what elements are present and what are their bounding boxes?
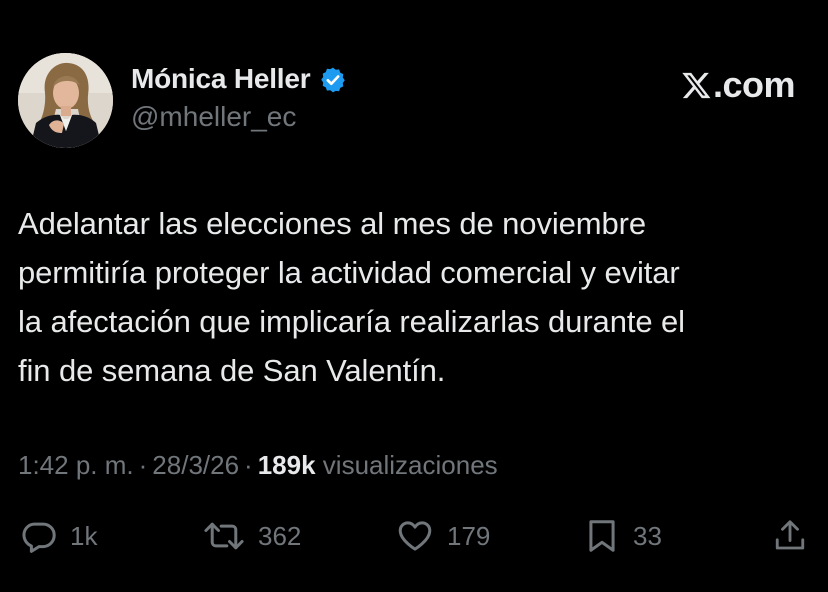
views-label: visualizaciones xyxy=(322,450,498,480)
avatar[interactable] xyxy=(18,53,113,148)
heart-icon xyxy=(395,517,435,555)
post-text: Adelantar las elecciones al mes de novie… xyxy=(18,206,685,388)
avatar-photo xyxy=(18,53,113,148)
bookmark-count: 33 xyxy=(633,521,662,551)
post-meta: 1:42 p. m. · 28/3/26 · 189k visualizaciones xyxy=(18,446,498,484)
meta-separator: · xyxy=(138,450,148,480)
meta-separator: · xyxy=(244,450,253,480)
repost-button[interactable]: 362 xyxy=(202,514,301,558)
author-handle[interactable]: @mheller_ec xyxy=(131,101,296,133)
display-name[interactable]: Mónica Heller xyxy=(131,63,311,95)
author-name-row: Mónica Heller xyxy=(131,60,347,98)
reply-icon xyxy=(20,517,58,555)
brand-mark: .com xyxy=(681,64,796,105)
share-button[interactable] xyxy=(772,514,808,558)
like-button[interactable]: 179 xyxy=(395,514,490,558)
post-date[interactable]: 28/3/26 xyxy=(152,450,239,480)
reply-count: 1k xyxy=(70,521,98,551)
verified-badge-icon xyxy=(319,66,347,94)
reply-button[interactable]: 1k xyxy=(20,514,97,558)
views-count: 189k xyxy=(257,450,316,480)
action-bar: 1k 362 179 33 xyxy=(0,514,828,558)
repost-icon xyxy=(202,517,246,555)
bookmark-button[interactable]: 33 xyxy=(583,514,662,558)
share-icon xyxy=(772,517,808,555)
x-logo-icon xyxy=(681,70,712,101)
post-time[interactable]: 1:42 p. m. xyxy=(18,450,134,480)
bookmark-icon xyxy=(583,517,621,555)
post-card: Mónica Heller @mheller_ec .com Adelantar… xyxy=(0,0,828,592)
repost-count: 362 xyxy=(258,521,302,551)
like-count: 179 xyxy=(447,521,491,551)
brand-suffix: .com xyxy=(712,64,796,105)
